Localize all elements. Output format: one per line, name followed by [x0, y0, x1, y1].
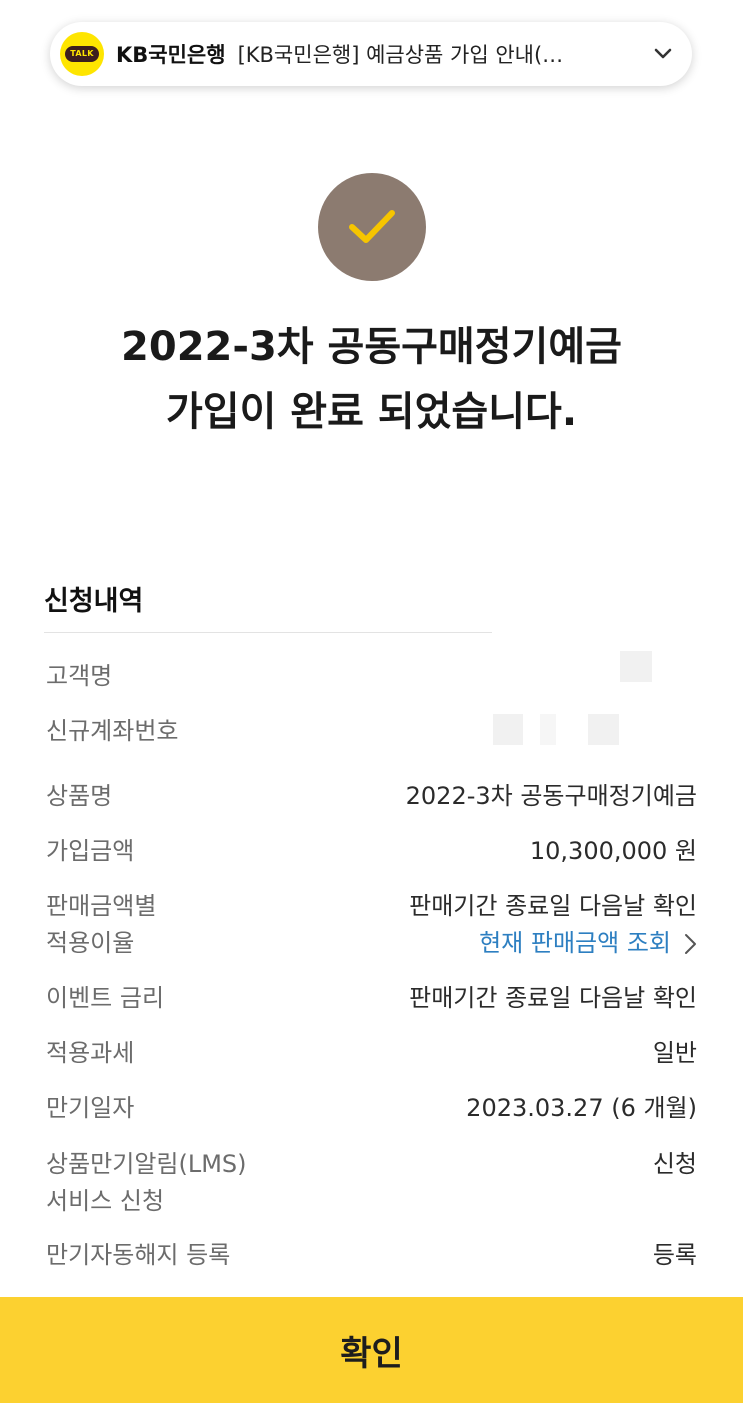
talk-badge-text: TALK: [65, 46, 99, 62]
notification-subject: [KB국민은행] 예금상품 가입 안내(…: [237, 43, 564, 67]
completion-title-line-1: 2022-3차 공동구매정기예금: [121, 324, 622, 370]
maturity-date-value: 2023.03.27 (6 개월): [466, 1094, 697, 1122]
completion-title-line-2: 가입이 완료 되었습니다.: [165, 389, 578, 435]
lms-label-line-1: 상품만기알림(LMS): [46, 1150, 247, 1178]
lms-label-line-2: 서비스 신청: [46, 1187, 165, 1215]
success-check-badge: [318, 173, 426, 281]
kakaotalk-icon: TALK: [60, 32, 104, 76]
event-rate-label: 이벤트 금리: [46, 984, 165, 1012]
confirm-button[interactable]: 확인: [0, 1297, 743, 1403]
rate-value: 판매기간 종료일 다음날 확인: [409, 892, 697, 920]
auto-termination-value: 등록: [652, 1241, 697, 1269]
masked-account-number-part: [588, 714, 619, 745]
lms-value: 신청: [652, 1150, 697, 1178]
product-name-label: 상품명: [46, 782, 113, 810]
chevron-right-icon[interactable]: [684, 933, 697, 955]
event-rate-value: 판매기간 종료일 다음날 확인: [409, 984, 697, 1012]
section-title: 신청내역: [44, 586, 144, 617]
notification-bar[interactable]: TALK KB국민은행 [KB국민은행] 예금상품 가입 안내(…: [50, 22, 692, 86]
tax-label: 적용과세: [46, 1039, 135, 1067]
deposit-amount-value: 10,300,000 원: [529, 837, 697, 865]
account-number-label: 신규계좌번호: [46, 717, 179, 745]
customer-name-label: 고객명: [46, 662, 113, 690]
product-name-value: 2022-3차 공동구매정기예금: [405, 782, 697, 810]
rate-label-line-2: 적용이율: [46, 929, 135, 957]
checkmark-icon: [349, 210, 395, 243]
section-divider: [44, 632, 492, 633]
masked-account-number-part: [540, 714, 556, 745]
deposit-amount-label: 가입금액: [46, 837, 135, 865]
sales-amount-link[interactable]: 현재 판매금액 조회: [479, 925, 671, 961]
masked-customer-name: [620, 651, 652, 682]
rate-label-line-1: 판매금액별: [46, 892, 157, 920]
auto-termination-label: 만기자동해지 등록: [46, 1241, 231, 1269]
maturity-date-label: 만기일자: [46, 1094, 135, 1122]
masked-account-number-part: [493, 714, 523, 745]
tax-value: 일반: [652, 1039, 697, 1067]
chevron-down-icon[interactable]: [648, 39, 678, 69]
notification-sender: KB국민은행: [116, 43, 226, 67]
